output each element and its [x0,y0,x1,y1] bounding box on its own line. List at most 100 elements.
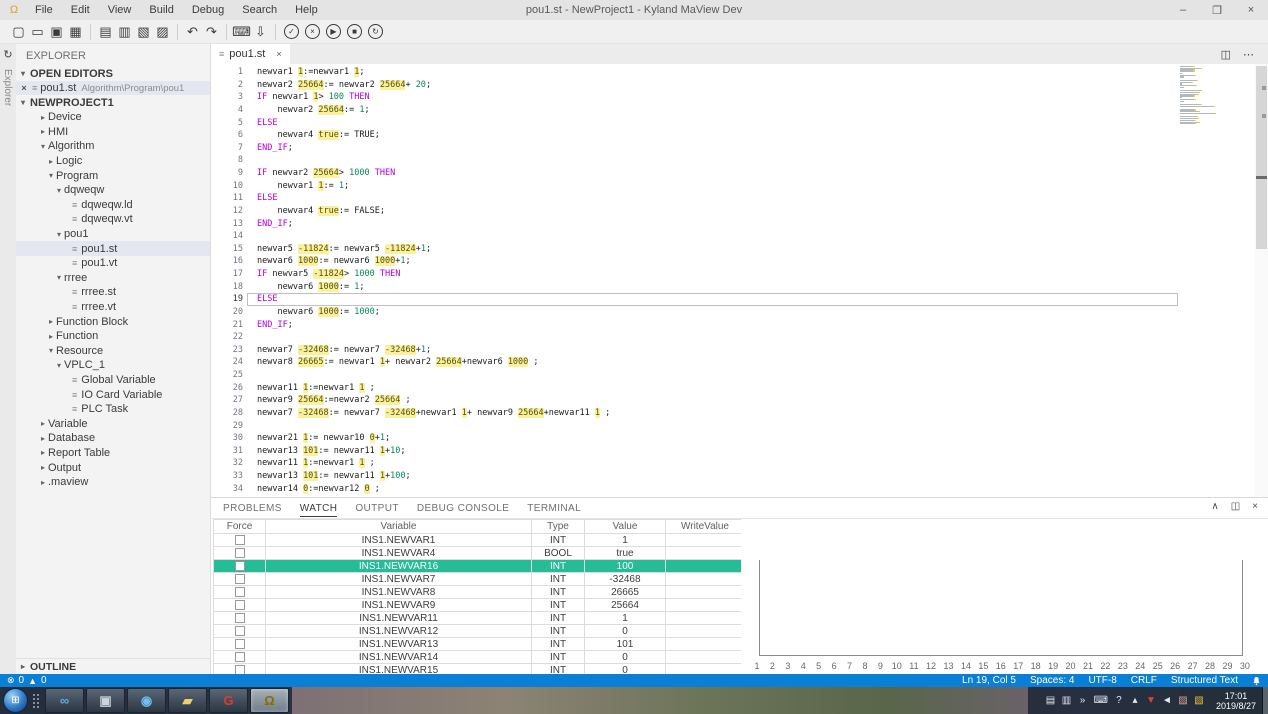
tree-item-function[interactable]: ▸Function [16,329,210,344]
code-line-22[interactable]: 22 [211,331,1268,344]
restore-button[interactable]: ❐ [1200,0,1234,20]
block-table-icon[interactable]: ▨ [153,23,172,41]
tree-item-database[interactable]: ▸Database [16,431,210,446]
taskbar-app-visual-studio[interactable]: ∞ [45,688,84,713]
writevalue-cell[interactable] [666,599,742,612]
volume-muted-icon[interactable]: ◄ [1162,695,1172,706]
writevalue-cell[interactable] [666,625,742,638]
watch-row[interactable]: INS1.NEWVAR1INT1 [214,534,742,547]
tree-item-logic[interactable]: ▸Logic [16,154,210,169]
run-icon[interactable]: ▶ [326,24,341,39]
outline-section[interactable]: ▸ OUTLINE [16,658,210,674]
force-checkbox[interactable] [235,535,245,545]
code-line-20[interactable]: 20 newvar6 1000:= 1000; [211,306,1268,319]
code-line-21[interactable]: 21END_IF; [211,319,1268,332]
remote-desktop-icon[interactable]: ▤ [1046,695,1056,706]
code-line-8[interactable]: 8 [211,154,1268,167]
code-line-12[interactable]: 12 newvar4 true:= FALSE; [211,205,1268,218]
block-add-icon[interactable]: ▥ [115,23,134,41]
panel-tab-output[interactable]: OUTPUT [355,503,399,516]
force-cell[interactable] [214,573,266,586]
force-cell[interactable] [214,612,266,625]
writevalue-cell[interactable] [666,573,742,586]
force-checkbox[interactable] [235,548,245,558]
code-line-6[interactable]: 6 newvar4 true:= TRUE; [211,129,1268,142]
code-line-30[interactable]: 30newvar21 1:= newvar10 0+1; [211,432,1268,445]
tree-item-vplc-1[interactable]: ▾VPLC_1 [16,358,210,373]
code-line-17[interactable]: 17IF newvar5 -11824> 1000 THEN [211,268,1268,281]
force-cell[interactable] [214,547,266,560]
writevalue-cell[interactable] [666,651,742,664]
tree-item-hmi[interactable]: ▸HMI [16,125,210,140]
menu-edit[interactable]: Edit [62,4,99,16]
taskbar-app-g-tool[interactable]: G [209,688,248,713]
minimize-button[interactable]: – [1166,0,1200,20]
network-error-icon[interactable]: ▨ [1178,695,1188,706]
tree-item-io-card-variable[interactable]: ≡IO Card Variable [16,387,210,402]
code-line-28[interactable]: 28newvar7 -32468:= newvar7 -32468+newvar… [211,407,1268,420]
menu-build[interactable]: Build [140,4,182,16]
restart-icon[interactable]: ↻ [368,24,383,39]
force-cell[interactable] [214,625,266,638]
watch-row[interactable]: INS1.NEWVAR7INT-32468 [214,573,742,586]
force-cell[interactable] [214,664,266,675]
close-editor-icon[interactable]: × [16,83,32,93]
force-checkbox[interactable] [235,639,245,649]
activity-explorer-label[interactable]: Explorer [2,69,13,106]
writevalue-cell[interactable] [666,612,742,625]
tree-item-pou1[interactable]: ▾pou1 [16,227,210,242]
tree-item-rrree[interactable]: ▾rrree [16,271,210,286]
code-line-14[interactable]: 14 [211,230,1268,243]
library-blocks-icon[interactable]: ▤ [96,23,115,41]
tree-item-pou1-vt[interactable]: ≡pou1.vt [16,256,210,271]
tree-item-rrree-vt[interactable]: ≡rrree.vt [16,300,210,315]
undo-icon[interactable]: ↶ [183,23,202,41]
code-line-13[interactable]: 13END_IF; [211,218,1268,231]
tree-item-program[interactable]: ▾Program [16,168,210,183]
writevalue-cell[interactable] [666,638,742,651]
tree-item-dqweqw-ld[interactable]: ≡dqweqw.ld [16,198,210,213]
taskbar-clock[interactable]: 17:01 2019/8/27 [1210,691,1262,711]
download-to-plc-icon[interactable]: ⇩ [251,23,270,41]
updater-icon[interactable]: ▧ [1194,695,1204,706]
tree-item-plc-task[interactable]: ≡PLC Task [16,402,210,417]
code-line-31[interactable]: 31newvar13 101:= newvar11 1+10; [211,445,1268,458]
new-file-icon[interactable]: ▢ [9,23,28,41]
code-line-34[interactable]: 34newvar14 0:=newvar12 0 ; [211,483,1268,496]
tree-item-rrree-st[interactable]: ≡rrree.st [16,285,210,300]
code-line-25[interactable]: 25 [211,369,1268,382]
help-icon[interactable]: ? [1114,695,1124,706]
watch-row[interactable]: INS1.NEWVAR8INT26665 [214,586,742,599]
show-desktop-button[interactable] [1262,687,1268,714]
minimap[interactable] [1180,66,1215,125]
split-editor-icon[interactable]: ◫ [1221,48,1231,61]
save-icon[interactable]: ▣ [47,23,66,41]
code-line-1[interactable]: 1newvar1 1:=newvar1 1; [211,66,1268,79]
code-line-23[interactable]: 23newvar7 -32468:= newvar7 -32468+1; [211,344,1268,357]
tree-item-report-table[interactable]: ▸Report Table [16,446,210,461]
folder-icon[interactable]: ▥ [1062,695,1072,706]
code-line-11[interactable]: 11ELSE [211,192,1268,205]
open-folder-icon[interactable]: ▭ [28,23,47,41]
force-checkbox[interactable] [235,626,245,636]
tree-item-pou1-st[interactable]: ≡pou1.st [16,241,210,256]
code-line-27[interactable]: 27newvar9 25664:=newvar2 25664 ; [211,394,1268,407]
status-cursor-position[interactable]: Ln 19, Col 5 [962,675,1016,686]
force-cell[interactable] [214,534,266,547]
compile-icon[interactable]: ✓ [284,24,299,39]
writevalue-cell[interactable] [666,560,742,573]
sync-icon[interactable]: ↻ [0,48,16,61]
tree-item-global-variable[interactable]: ≡Global Variable [16,373,210,388]
tree-item-device[interactable]: ▸Device [16,110,210,125]
menu-help[interactable]: Help [286,4,327,16]
watch-row[interactable]: INS1.NEWVAR14INT0 [214,651,742,664]
more-actions-icon[interactable]: ⋯ [1243,48,1254,61]
force-checkbox[interactable] [235,652,245,662]
watch-row[interactable]: INS1.NEWVAR4BOOLtrue [214,547,742,560]
save-all-icon[interactable]: ▦ [66,23,85,41]
menu-search[interactable]: Search [233,4,286,16]
code-line-15[interactable]: 15newvar5 -11824:= newvar5 -11824+1; [211,243,1268,256]
status-eol[interactable]: CRLF [1131,675,1157,686]
code-line-4[interactable]: 4 newvar2 25664:= 1; [211,104,1268,117]
menu-file[interactable]: File [26,4,62,16]
